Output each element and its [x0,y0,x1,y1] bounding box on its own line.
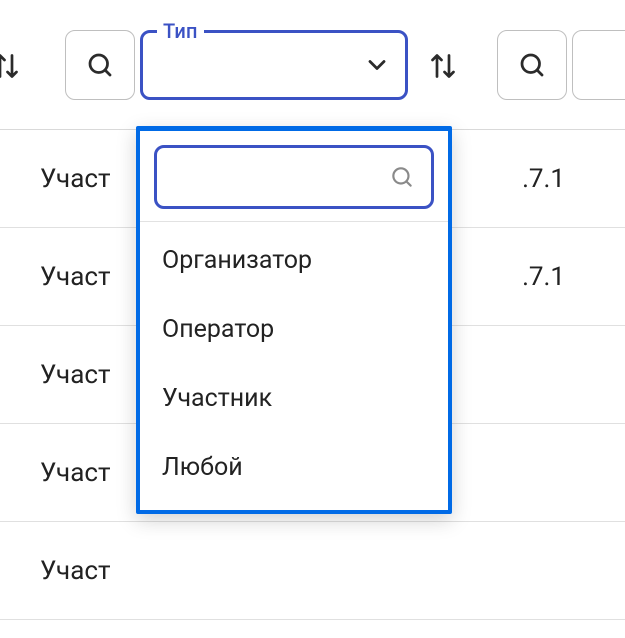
column-header-row: Тип [0,0,625,130]
cell-col1: Участ [40,360,110,390]
cell-col3: .7.1 [522,262,565,292]
dropdown-option[interactable]: Любой [140,433,448,502]
dropdown-search-input[interactable] [157,164,473,190]
dropdown-divider [140,221,448,222]
dropdown-search-field[interactable] [154,145,434,209]
type-filter-label: Тип [157,19,204,43]
sort-toggle-col1[interactable] [0,38,26,94]
table-row[interactable]: Участ [0,522,625,620]
type-filter-select[interactable]: Тип [140,30,408,100]
cell-col1: Участ [40,458,110,488]
search-button-col3[interactable] [497,30,567,100]
filter-col4[interactable] [572,30,625,100]
dropdown-option[interactable]: Участник [140,364,448,433]
search-button-col1[interactable] [65,30,135,100]
search-icon [389,164,415,190]
type-filter-dropdown: Организатор Оператор Участник Любой [136,126,452,514]
sort-arrows-icon [425,48,461,84]
search-icon [517,50,547,80]
cell-col1: Участ [40,556,110,586]
sort-toggle-col2[interactable] [420,38,466,94]
cell-col1: Участ [40,262,110,292]
cell-col1: Участ [40,164,110,194]
chevron-down-icon [363,51,391,79]
sort-arrows-icon [0,48,24,84]
dropdown-option[interactable]: Организатор [140,226,448,295]
search-icon [85,50,115,80]
cell-col3: .7.1 [522,164,565,194]
dropdown-option[interactable]: Оператор [140,295,448,364]
